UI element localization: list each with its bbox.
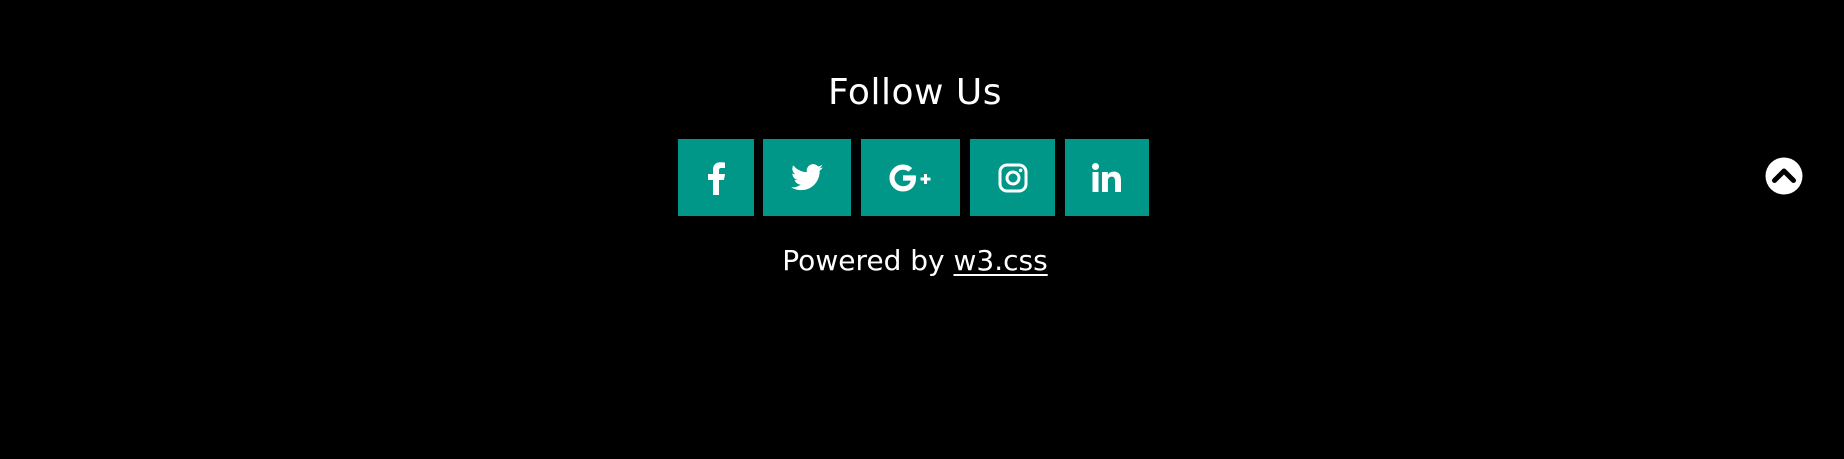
twitter-button[interactable] [763,139,851,216]
google-plus-icon [889,164,933,192]
chevron-up-circle-icon [1765,157,1803,199]
google-plus-button[interactable] [861,139,960,216]
footer: Follow Us Powered by w3.css [0,0,1844,459]
scroll-to-top-button[interactable] [1765,157,1803,199]
w3css-link[interactable]: w3.css [954,244,1048,277]
instagram-icon [998,163,1028,193]
twitter-icon [791,164,823,191]
powered-by: Powered by w3.css [0,244,1830,277]
powered-by-label: Powered by [782,244,945,277]
linkedin-button[interactable] [1065,139,1149,216]
follow-us-heading: Follow Us [828,72,1002,113]
facebook-button[interactable] [678,139,754,216]
facebook-icon [706,161,726,195]
instagram-button[interactable] [970,139,1055,216]
linkedin-icon [1092,163,1122,192]
